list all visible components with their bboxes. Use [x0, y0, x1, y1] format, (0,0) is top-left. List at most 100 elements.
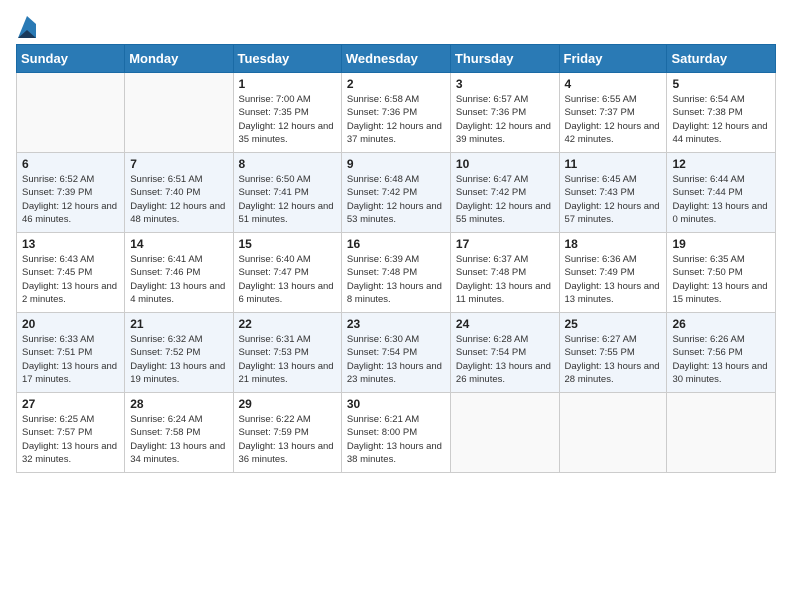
day-info: Sunrise: 6:32 AM Sunset: 7:52 PM Dayligh… [130, 333, 227, 386]
logo [16, 16, 36, 34]
calendar-day-cell: 15Sunrise: 6:40 AM Sunset: 7:47 PM Dayli… [233, 233, 341, 313]
calendar-day-cell: 4 Sunrise: 6:55 AM Sunset: 7:37 PM Daylig… [559, 73, 667, 153]
calendar-week-row: 1 Sunrise: 7:00 AM Sunset: 7:35 PM Daylig… [17, 73, 776, 153]
calendar-day-cell: 25Sunrise: 6:27 AM Sunset: 7:55 PM Dayli… [559, 313, 667, 393]
day-number: 20 [22, 317, 119, 331]
day-info: Sunrise: 6:41 AM Sunset: 7:46 PM Dayligh… [130, 253, 227, 306]
calendar-day-cell: 8 Sunrise: 6:50 AM Sunset: 7:41 PM Daylig… [233, 153, 341, 233]
day-number: 22 [239, 317, 336, 331]
calendar-table: SundayMondayTuesdayWednesdayThursdayFrid… [16, 44, 776, 473]
calendar-day-cell: 22 Sunrise: 6:31 AM Sunset: 7:53 PM Dayli… [233, 313, 341, 393]
calendar-day-cell [450, 393, 559, 473]
logo-icon [18, 16, 36, 38]
calendar-day-cell: 1 Sunrise: 7:00 AM Sunset: 7:35 PM Daylig… [233, 73, 341, 153]
day-info: Sunrise: 6:51 AM Sunset: 7:40 PM Dayligh… [130, 173, 227, 226]
day-number: 27 [22, 397, 119, 411]
calendar-day-cell: 14 Sunrise: 6:41 AM Sunset: 7:46 PM Dayli… [125, 233, 233, 313]
day-info: Sunrise: 6:48 AM Sunset: 7:42 PM Dayligh… [347, 173, 445, 226]
calendar-day-cell: 28 Sunrise: 6:24 AM Sunset: 7:58 PM Dayli… [125, 393, 233, 473]
calendar-day-header: Sunday [17, 45, 125, 73]
day-info: Sunrise: 6:22 AM Sunset: 7:59 PM Dayligh… [239, 413, 336, 466]
day-number: 6 [22, 157, 119, 171]
day-number: 16 [347, 237, 445, 251]
day-info: Sunrise: 6:24 AM Sunset: 7:58 PM Dayligh… [130, 413, 227, 466]
day-info: Sunrise: 6:36 AM Sunset: 7:49 PM Dayligh… [565, 253, 662, 306]
day-number: 18 [565, 237, 662, 251]
day-info: Sunrise: 6:58 AM Sunset: 7:36 PM Dayligh… [347, 93, 445, 146]
day-info: Sunrise: 6:52 AM Sunset: 7:39 PM Dayligh… [22, 173, 119, 226]
day-info: Sunrise: 6:30 AM Sunset: 7:54 PM Dayligh… [347, 333, 445, 386]
calendar-week-row: 13Sunrise: 6:43 AM Sunset: 7:45 PM Dayli… [17, 233, 776, 313]
day-number: 19 [672, 237, 770, 251]
calendar-day-cell: 24Sunrise: 6:28 AM Sunset: 7:54 PM Dayli… [450, 313, 559, 393]
day-number: 12 [672, 157, 770, 171]
day-info: Sunrise: 7:00 AM Sunset: 7:35 PM Dayligh… [239, 93, 336, 146]
calendar-day-cell: 10 Sunrise: 6:47 AM Sunset: 7:42 PM Dayli… [450, 153, 559, 233]
day-number: 13 [22, 237, 119, 251]
day-number: 1 [239, 77, 336, 91]
day-info: Sunrise: 6:57 AM Sunset: 7:36 PM Dayligh… [456, 93, 554, 146]
calendar-day-cell [125, 73, 233, 153]
calendar-day-cell: 2 Sunrise: 6:58 AM Sunset: 7:36 PM Daylig… [341, 73, 450, 153]
calendar-day-cell [559, 393, 667, 473]
calendar-day-cell: 16Sunrise: 6:39 AM Sunset: 7:48 PM Dayli… [341, 233, 450, 313]
day-number: 21 [130, 317, 227, 331]
day-info: Sunrise: 6:45 AM Sunset: 7:43 PM Dayligh… [565, 173, 662, 226]
day-info: Sunrise: 6:25 AM Sunset: 7:57 PM Dayligh… [22, 413, 119, 466]
day-number: 8 [239, 157, 336, 171]
calendar-day-cell: 27 Sunrise: 6:25 AM Sunset: 7:57 PM Dayli… [17, 393, 125, 473]
day-number: 4 [565, 77, 662, 91]
calendar-day-header: Friday [559, 45, 667, 73]
day-info: Sunrise: 6:31 AM Sunset: 7:53 PM Dayligh… [239, 333, 336, 386]
day-number: 23 [347, 317, 445, 331]
day-info: Sunrise: 6:37 AM Sunset: 7:48 PM Dayligh… [456, 253, 554, 306]
calendar-week-row: 6 Sunrise: 6:52 AM Sunset: 7:39 PM Daylig… [17, 153, 776, 233]
calendar-day-cell: 26 Sunrise: 6:26 AM Sunset: 7:56 PM Dayli… [667, 313, 776, 393]
calendar-day-header: Monday [125, 45, 233, 73]
day-number: 24 [456, 317, 554, 331]
calendar-week-row: 20 Sunrise: 6:33 AM Sunset: 7:51 PM Dayli… [17, 313, 776, 393]
calendar-day-cell: 30 Sunrise: 6:21 AM Sunset: 8:00 PM Dayli… [341, 393, 450, 473]
calendar-day-cell [17, 73, 125, 153]
day-number: 11 [565, 157, 662, 171]
day-number: 17 [456, 237, 554, 251]
calendar-day-cell: 13Sunrise: 6:43 AM Sunset: 7:45 PM Dayli… [17, 233, 125, 313]
day-info: Sunrise: 6:55 AM Sunset: 7:37 PM Dayligh… [565, 93, 662, 146]
calendar-day-cell: 5Sunrise: 6:54 AM Sunset: 7:38 PM Daylig… [667, 73, 776, 153]
day-info: Sunrise: 6:33 AM Sunset: 7:51 PM Dayligh… [22, 333, 119, 386]
day-info: Sunrise: 6:26 AM Sunset: 7:56 PM Dayligh… [672, 333, 770, 386]
day-number: 14 [130, 237, 227, 251]
day-number: 10 [456, 157, 554, 171]
day-info: Sunrise: 6:50 AM Sunset: 7:41 PM Dayligh… [239, 173, 336, 226]
calendar-day-cell: 29 Sunrise: 6:22 AM Sunset: 7:59 PM Dayli… [233, 393, 341, 473]
day-info: Sunrise: 6:21 AM Sunset: 8:00 PM Dayligh… [347, 413, 445, 466]
calendar-day-cell [667, 393, 776, 473]
day-number: 15 [239, 237, 336, 251]
calendar-day-cell: 6 Sunrise: 6:52 AM Sunset: 7:39 PM Daylig… [17, 153, 125, 233]
day-number: 30 [347, 397, 445, 411]
calendar-day-cell: 18 Sunrise: 6:36 AM Sunset: 7:49 PM Dayli… [559, 233, 667, 313]
calendar-day-cell: 7 Sunrise: 6:51 AM Sunset: 7:40 PM Daylig… [125, 153, 233, 233]
calendar-day-cell: 19Sunrise: 6:35 AM Sunset: 7:50 PM Dayli… [667, 233, 776, 313]
calendar-day-cell: 12Sunrise: 6:44 AM Sunset: 7:44 PM Dayli… [667, 153, 776, 233]
calendar-day-cell: 3Sunrise: 6:57 AM Sunset: 7:36 PM Daylig… [450, 73, 559, 153]
day-number: 7 [130, 157, 227, 171]
calendar-day-header: Thursday [450, 45, 559, 73]
calendar-header-row: SundayMondayTuesdayWednesdayThursdayFrid… [17, 45, 776, 73]
page-header [16, 16, 776, 34]
day-info: Sunrise: 6:27 AM Sunset: 7:55 PM Dayligh… [565, 333, 662, 386]
calendar-day-cell: 21 Sunrise: 6:32 AM Sunset: 7:52 PM Dayli… [125, 313, 233, 393]
day-number: 29 [239, 397, 336, 411]
calendar-day-header: Saturday [667, 45, 776, 73]
calendar-day-header: Tuesday [233, 45, 341, 73]
day-number: 26 [672, 317, 770, 331]
calendar-day-cell: 17 Sunrise: 6:37 AM Sunset: 7:48 PM Dayli… [450, 233, 559, 313]
day-info: Sunrise: 6:54 AM Sunset: 7:38 PM Dayligh… [672, 93, 770, 146]
calendar-day-cell: 20 Sunrise: 6:33 AM Sunset: 7:51 PM Dayli… [17, 313, 125, 393]
calendar-day-cell: 11 Sunrise: 6:45 AM Sunset: 7:43 PM Dayli… [559, 153, 667, 233]
day-number: 2 [347, 77, 445, 91]
day-number: 28 [130, 397, 227, 411]
day-number: 9 [347, 157, 445, 171]
calendar-day-cell: 23 Sunrise: 6:30 AM Sunset: 7:54 PM Dayli… [341, 313, 450, 393]
day-info: Sunrise: 6:47 AM Sunset: 7:42 PM Dayligh… [456, 173, 554, 226]
